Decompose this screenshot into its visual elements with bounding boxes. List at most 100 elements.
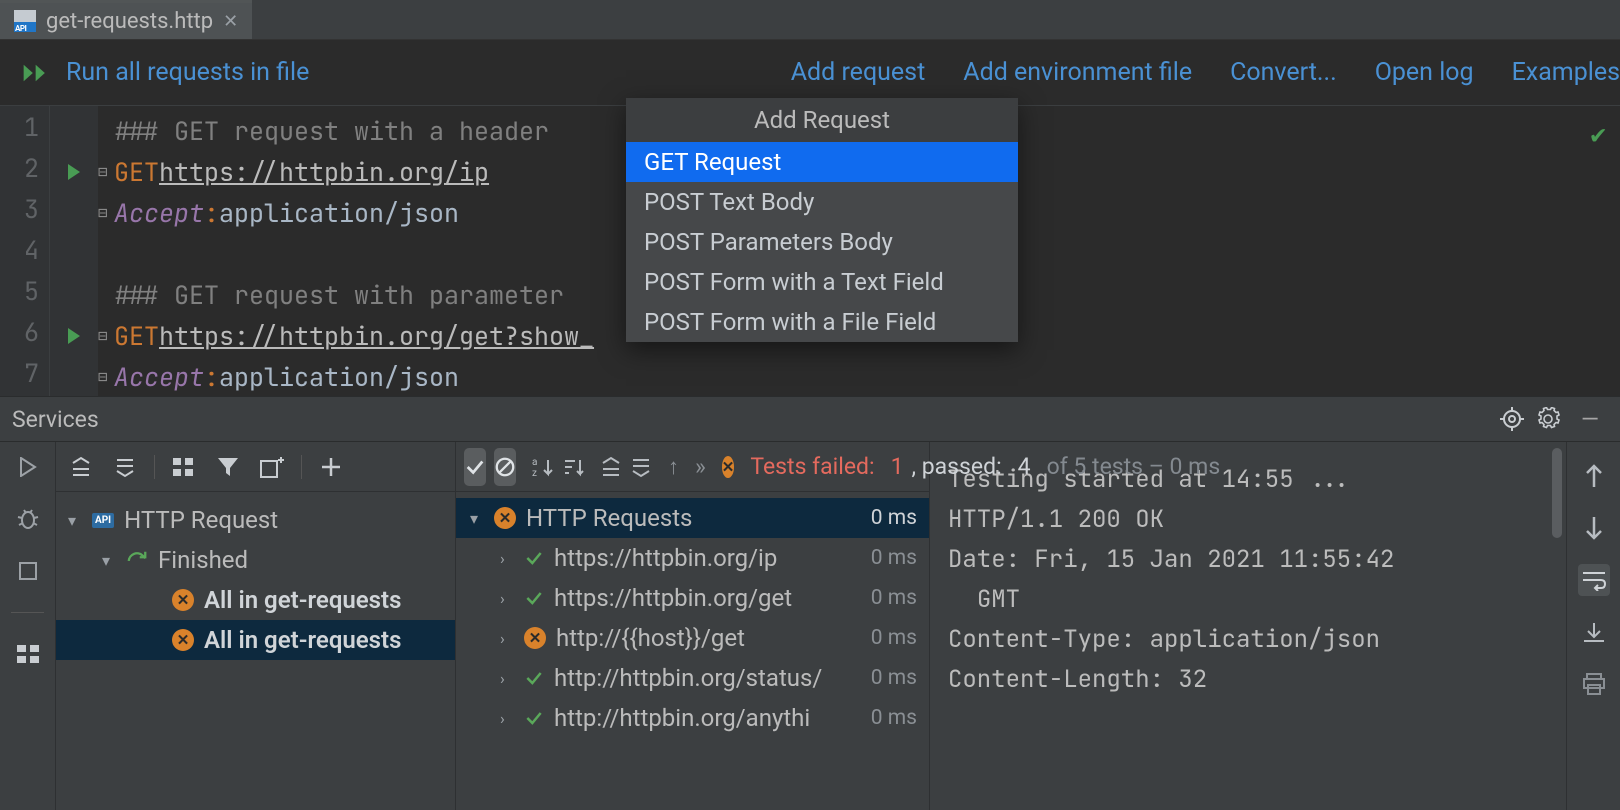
- minimize-icon[interactable]: —: [1572, 406, 1608, 433]
- collapse-all-icon[interactable]: [110, 452, 140, 482]
- soft-wrap-icon[interactable]: [1578, 564, 1610, 596]
- new-session-icon[interactable]: [257, 452, 287, 482]
- arrow-down-icon[interactable]: [1578, 512, 1610, 544]
- requests-root-time: 0 ms: [871, 506, 929, 530]
- popup-item[interactable]: POST Form with a File Field: [626, 302, 1018, 342]
- popup-item[interactable]: POST Form with a Text Field: [626, 262, 1018, 302]
- requests-root[interactable]: ▾ ✕ HTTP Requests 0 ms: [456, 498, 929, 538]
- run-all-icon[interactable]: [20, 62, 54, 84]
- chevron-right-icon: ›: [500, 589, 514, 608]
- services-toolwindow-header: Services —: [0, 396, 1620, 442]
- request-row[interactable]: ›https://httpbin.org/ip0 ms: [456, 538, 929, 578]
- run-line-icon[interactable]: [66, 327, 82, 345]
- expand-icon[interactable]: [600, 448, 622, 486]
- collapse-icon[interactable]: [630, 448, 652, 486]
- tree-node-finished[interactable]: ▾ Finished: [56, 540, 455, 580]
- open-log-link[interactable]: Open log: [1375, 58, 1474, 87]
- chevron-right-icon: ›: [500, 549, 514, 568]
- line-number-gutter: 1234567: [0, 106, 50, 396]
- tree-label: HTTP Request: [124, 506, 278, 534]
- output-panel: Testing started at 14:55 ... HTTP/1.1 20…: [930, 442, 1620, 810]
- target-icon[interactable]: [1500, 407, 1536, 431]
- scrollbar-thumb[interactable]: [1552, 448, 1562, 538]
- request-row[interactable]: ›https://httpbin.org/get0 ms: [456, 578, 929, 618]
- http-actions-bar: Run all requests in file Add request Add…: [0, 40, 1620, 106]
- expand-all-icon[interactable]: [66, 452, 96, 482]
- services-tree-panel: ▾ API HTTP Request ▾ Finished ✕All in ge…: [56, 442, 456, 810]
- chevron-right-icon: ›: [500, 709, 514, 728]
- svg-text:z: z: [532, 468, 537, 478]
- gear-icon[interactable]: [1536, 407, 1572, 431]
- svg-text:a: a: [532, 457, 537, 468]
- check-icon: [524, 708, 544, 728]
- show-passed-icon[interactable]: [464, 448, 486, 486]
- editor-tabbar: get-requests.http ✕: [0, 0, 1620, 40]
- chevron-down-icon: ▾: [470, 509, 484, 528]
- run-all-link[interactable]: Run all requests in file: [66, 58, 309, 87]
- console-output[interactable]: Testing started at 14:55 ... HTTP/1.1 20…: [930, 442, 1548, 810]
- tree-root-http-request[interactable]: ▾ API HTTP Request: [56, 500, 455, 540]
- run-icon[interactable]: [13, 452, 43, 482]
- tree-label: Finished: [158, 546, 248, 574]
- api-icon: API: [92, 513, 114, 528]
- sort-duration-icon[interactable]: [562, 448, 584, 486]
- tests-failed-count: 1: [891, 453, 904, 480]
- check-icon: [524, 548, 544, 568]
- request-row[interactable]: ›http://httpbin.org/anythi0 ms: [456, 698, 929, 738]
- popup-title: Add Request: [626, 98, 1018, 142]
- layout-icon[interactable]: [13, 639, 43, 669]
- request-row[interactable]: ›✕http://{{host}}/get0 ms: [456, 618, 929, 658]
- add-request-link[interactable]: Add request: [791, 58, 926, 87]
- scrollbar[interactable]: [1548, 442, 1566, 810]
- print-icon[interactable]: [1578, 668, 1610, 700]
- debug-icon[interactable]: [13, 504, 43, 534]
- show-ignored-icon[interactable]: [494, 448, 516, 486]
- summary-prefix: »: [695, 453, 706, 480]
- inspection-ok-icon[interactable]: ✔: [1590, 116, 1606, 151]
- popup-item[interactable]: POST Parameters Body: [626, 222, 1018, 262]
- warn-icon: ✕: [524, 627, 546, 649]
- tests-passed-count: 4: [1018, 453, 1031, 480]
- arrow-up-icon[interactable]: [1578, 460, 1610, 492]
- tree-leaf[interactable]: ✕All in get-requests: [56, 620, 455, 660]
- sort-alpha-icon[interactable]: az: [532, 448, 554, 486]
- add-icon[interactable]: [316, 452, 346, 482]
- run-gutter: [50, 106, 98, 396]
- popup-item[interactable]: GET Request: [626, 142, 1018, 182]
- tree-toolbar: [56, 442, 455, 492]
- tree-leaf[interactable]: ✕All in get-requests: [56, 580, 455, 620]
- file-tab[interactable]: get-requests.http ✕: [0, 0, 252, 39]
- group-icon[interactable]: [169, 452, 199, 482]
- chevron-right-icon: ›: [500, 669, 514, 688]
- warn-icon: ✕: [172, 629, 194, 651]
- popup-item[interactable]: POST Text Body: [626, 182, 1018, 222]
- refresh-icon: [126, 549, 148, 571]
- tests-failed-label: Tests failed:: [750, 453, 874, 480]
- test-toolbar: az ↑ » ✕ Tests failed: 1 , passed:: [456, 442, 929, 492]
- requests-tree[interactable]: ▾ ✕ HTTP Requests 0 ms ›https://httpbin.…: [456, 492, 929, 810]
- requests-root-label: HTTP Requests: [526, 504, 692, 532]
- check-icon: [524, 668, 544, 688]
- services-left-rail: [0, 442, 56, 810]
- warn-icon: ✕: [172, 589, 194, 611]
- convert-link[interactable]: Convert...: [1230, 58, 1337, 87]
- prev-icon[interactable]: ↑: [668, 448, 679, 486]
- examples-link[interactable]: Examples: [1512, 58, 1620, 87]
- stop-icon[interactable]: [13, 556, 43, 586]
- add-env-file-link[interactable]: Add environment file: [963, 58, 1192, 87]
- filter-icon[interactable]: [213, 452, 243, 482]
- close-icon[interactable]: ✕: [223, 11, 238, 32]
- run-line-icon[interactable]: [66, 163, 82, 181]
- tests-passed-label: , passed:: [912, 453, 1002, 480]
- scroll-to-end-icon[interactable]: [1578, 616, 1610, 648]
- chevron-down-icon: ▾: [68, 511, 82, 530]
- check-icon: [524, 588, 544, 608]
- warn-icon: ✕: [494, 507, 516, 529]
- services-body: ▾ API HTTP Request ▾ Finished ✕All in ge…: [0, 442, 1620, 810]
- tests-total-label: of 5 tests – 0 ms: [1047, 453, 1221, 480]
- file-tab-label: get-requests.http: [46, 9, 213, 34]
- services-tree[interactable]: ▾ API HTTP Request ▾ Finished ✕All in ge…: [56, 492, 455, 810]
- http-file-icon: [14, 10, 36, 32]
- request-row[interactable]: ›http://httpbin.org/status/0 ms: [456, 658, 929, 698]
- chevron-right-icon: ›: [500, 629, 514, 648]
